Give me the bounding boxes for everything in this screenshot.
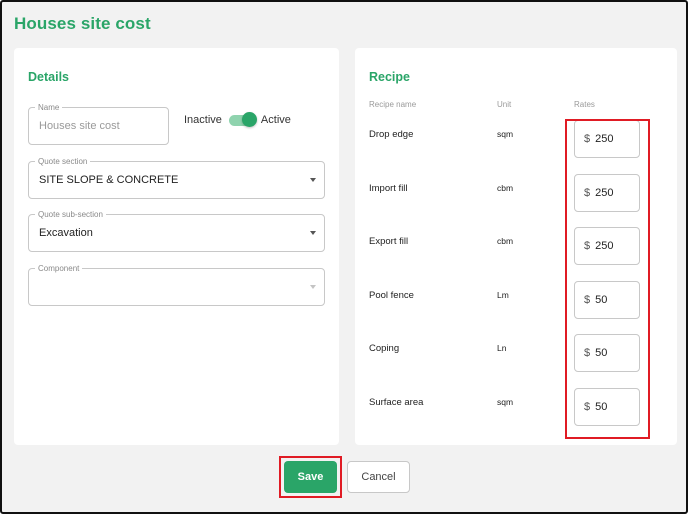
chevron-down-icon — [310, 231, 316, 235]
column-header-rates: Rates — [574, 100, 595, 109]
recipe-unit: sqm — [497, 129, 514, 139]
name-field-placeholder: Houses site cost — [39, 120, 120, 132]
status-inactive-label: Inactive — [184, 114, 222, 126]
rate-value: 50 — [595, 400, 608, 413]
currency-symbol: $ — [584, 400, 591, 413]
recipe-row: Surface area sqm $ 50 — [355, 387, 677, 451]
page-title: Houses site cost — [14, 14, 151, 33]
component-label: Component — [35, 263, 83, 274]
cancel-button[interactable]: Cancel — [347, 461, 410, 493]
rate-input[interactable]: $ 50 — [574, 387, 640, 426]
rate-value: 250 — [595, 186, 614, 199]
recipe-name: Import fill — [369, 182, 408, 194]
app-frame: Houses site cost Details Name Houses sit… — [0, 0, 688, 514]
name-field[interactable]: Name Houses site cost — [28, 102, 169, 145]
recipe-title: Recipe — [369, 70, 410, 84]
quote-sub-section-select[interactable]: Quote sub-section Excavation — [28, 209, 325, 252]
details-title: Details — [28, 70, 69, 84]
quote-section-select[interactable]: Quote section SITE SLOPE & CONCRETE — [28, 156, 325, 199]
quote-sub-section-value: Excavation — [39, 227, 93, 239]
currency-symbol: $ — [584, 347, 591, 359]
status-active-label: Active — [260, 114, 291, 126]
status-toggle[interactable] — [228, 112, 257, 127]
currency-symbol: $ — [584, 186, 591, 199]
status-toggle-row: Inactive Active — [184, 112, 291, 127]
chevron-down-icon — [310, 178, 316, 182]
rate-value: 250 — [595, 133, 614, 145]
rate-value: 50 — [595, 347, 608, 359]
rate-value: 50 — [595, 293, 608, 306]
rate-input[interactable]: $ 250 — [574, 173, 640, 212]
save-button[interactable]: Save — [284, 461, 337, 493]
recipe-name: Export fill — [369, 236, 409, 247]
chevron-down-icon — [310, 285, 316, 289]
column-header-recipe-name: Recipe name — [369, 100, 417, 109]
toggle-knob — [241, 112, 257, 127]
recipe-unit: sqm — [497, 396, 514, 407]
rate-input[interactable]: $ 50 — [574, 280, 640, 319]
recipe-unit: cbm — [497, 236, 514, 246]
recipe-name: Drop edge — [369, 129, 414, 140]
recipe-card: Recipe Recipe name Unit Rates Drop edge … — [355, 48, 677, 445]
rate-value: 250 — [595, 240, 614, 252]
recipe-name: Pool fence — [369, 289, 414, 301]
currency-symbol: $ — [584, 293, 591, 306]
currency-symbol: $ — [584, 133, 591, 145]
details-card: Details Name Houses site cost Inactive A… — [14, 48, 339, 445]
recipe-unit: Ln — [497, 343, 507, 353]
rate-input[interactable]: $ 50 — [574, 334, 640, 372]
rate-input[interactable]: $ 250 — [574, 120, 640, 158]
component-select[interactable]: Component — [28, 263, 325, 306]
recipe-unit: cbm — [497, 182, 514, 193]
recipe-unit: Lm — [497, 289, 509, 300]
recipe-name: Surface area — [369, 396, 424, 408]
recipe-name: Coping — [369, 343, 400, 354]
quote-section-value: SITE SLOPE & CONCRETE — [39, 174, 179, 186]
rate-input[interactable]: $ 250 — [574, 227, 640, 265]
currency-symbol: $ — [584, 240, 591, 252]
column-header-unit: Unit — [497, 100, 512, 109]
